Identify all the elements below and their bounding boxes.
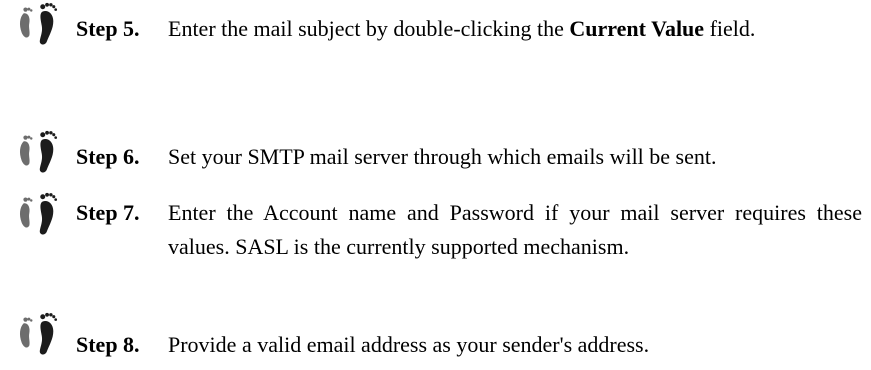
step-description: Provide a valid email address as your se…: [168, 332, 650, 357]
step-text-part: field.: [704, 16, 756, 41]
step-label: Step 7.: [76, 200, 140, 225]
step-description: Set your SMTP mail server through which …: [168, 144, 717, 169]
footprints-icon: [19, 192, 58, 235]
step-label: Step 6.: [76, 144, 140, 169]
step-description: Enter the mail subject by double-clickin…: [168, 12, 862, 46]
footprints-icon: [19, 312, 58, 355]
footprints-icon: [19, 130, 58, 173]
step-label: Step 8.: [76, 332, 140, 357]
step-description: Enter the Account name and Password if y…: [168, 200, 862, 259]
step-label: Step 5.: [76, 16, 140, 41]
step-text-part: Enter the mail subject by double-clickin…: [168, 16, 570, 41]
footprints-icon: [19, 2, 58, 45]
field-name: Current Value: [569, 16, 705, 41]
